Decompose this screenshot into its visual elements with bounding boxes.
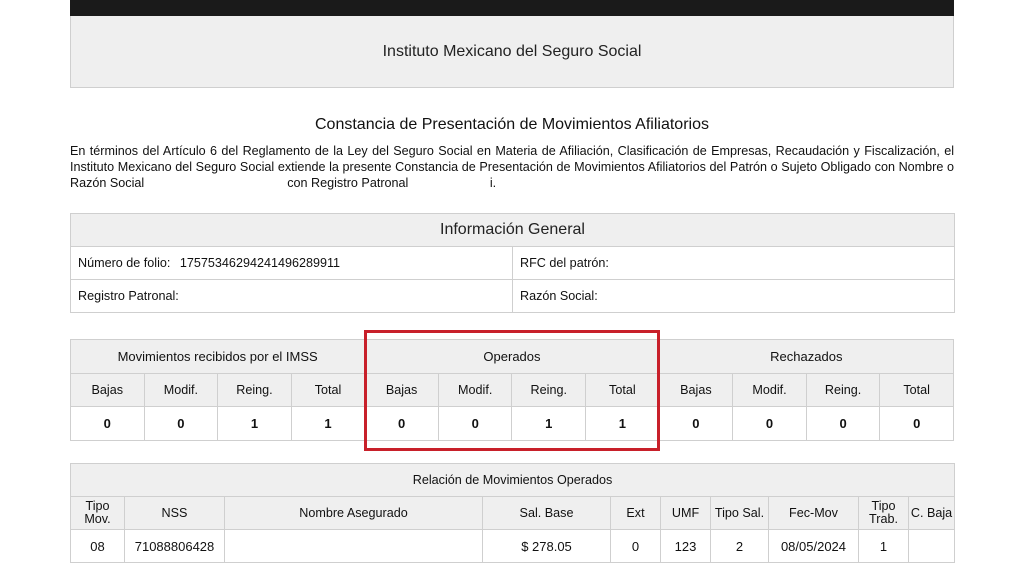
info-general-title: Información General bbox=[70, 213, 955, 247]
rfc-cell: RFC del patrón: bbox=[512, 246, 955, 280]
intro-text-2: con Registro Patronal bbox=[287, 176, 409, 190]
cell-tipo-sal: 2 bbox=[710, 529, 769, 563]
movimientos-table: Movimientos recibidos por el IMSS Operad… bbox=[69, 339, 955, 441]
cell-fec-mov: 08/05/2024 bbox=[768, 529, 859, 563]
relacion-title: Relación de Movimientos Operados bbox=[69, 463, 956, 497]
operados-reing: 1 bbox=[511, 406, 587, 441]
cell-nombre bbox=[224, 529, 483, 563]
rechazados-reing: 0 bbox=[805, 406, 881, 441]
folio-label: Número de folio: bbox=[78, 256, 171, 270]
intro-text-3: i. bbox=[489, 176, 497, 190]
institution-header: Instituto Mexicano del Seguro Social bbox=[70, 16, 954, 88]
col-header: Sal. Base bbox=[482, 496, 611, 530]
sub-header: Total bbox=[290, 373, 366, 407]
folio-cell: Número de folio: 1757534629424149628991‌… bbox=[70, 246, 513, 280]
intro-paragraph: En términos del Artículo 6 del Reglament… bbox=[70, 143, 954, 191]
razon-label: Razón Social: bbox=[520, 289, 598, 303]
cell-tipo-mov: 08 bbox=[70, 529, 125, 563]
sub-header: Reing. bbox=[217, 373, 292, 407]
cell-ext: 0 bbox=[610, 529, 661, 563]
col-header: Tipo Trab. bbox=[858, 496, 909, 530]
recibidos-modif: 0 bbox=[143, 406, 219, 441]
rfc-label: RFC del patrón: bbox=[520, 256, 609, 270]
col-header: Tipo Mov. bbox=[70, 496, 125, 530]
recibidos-bajas: 0 bbox=[70, 406, 145, 441]
operados-modif: 0 bbox=[437, 406, 513, 441]
cell-nss: 71088806428 bbox=[124, 529, 225, 563]
sub-header: Bajas bbox=[70, 373, 145, 407]
cell-c-baja bbox=[907, 529, 956, 563]
operados-bajas: 0 bbox=[364, 406, 439, 441]
col-header: Ext bbox=[610, 496, 661, 530]
col-header: UMF bbox=[660, 496, 711, 530]
sub-header: Bajas bbox=[658, 373, 734, 407]
rechazados-bajas: 0 bbox=[658, 406, 734, 441]
col-header: Nombre Asegurado bbox=[224, 496, 483, 530]
rechazados-modif: 0 bbox=[732, 406, 807, 441]
col-header: C. Baja bbox=[907, 496, 956, 530]
registro-label: Registro Patronal: bbox=[78, 289, 179, 303]
sub-header: Modif. bbox=[143, 373, 219, 407]
group-rechazados: Rechazados bbox=[658, 339, 955, 374]
cell-umf: 123 bbox=[660, 529, 711, 563]
intro-text-1: En términos del Artículo 6 del Reglament… bbox=[70, 144, 954, 190]
institution-name: Instituto Mexicano del Seguro Social bbox=[382, 42, 642, 60]
sub-header: Reing. bbox=[805, 373, 881, 407]
group-operados: Operados bbox=[364, 339, 660, 374]
registro-cell: Registro Patronal: bbox=[70, 279, 513, 313]
sub-header: Total bbox=[879, 373, 954, 407]
sub-header: Reing. bbox=[511, 373, 587, 407]
folio-value: 1757534629424149628991‌1 bbox=[179, 256, 341, 270]
cell-sal-base: $ 278.05 bbox=[482, 529, 611, 563]
sub-header: Modif. bbox=[437, 373, 513, 407]
group-recibidos: Movimientos recibidos por el IMSS bbox=[69, 339, 366, 374]
document-title: Constancia de Presentación de Movimiento… bbox=[315, 116, 709, 133]
cell-tipo-trab: 1 bbox=[858, 529, 909, 563]
col-header: NSS bbox=[124, 496, 225, 530]
sub-header: Bajas bbox=[364, 373, 439, 407]
top-bar bbox=[70, 0, 954, 16]
razon-cell: Razón Social: bbox=[512, 279, 955, 313]
recibidos-reing: 1 bbox=[217, 406, 292, 441]
info-general-table: Información General Número de folio: 175… bbox=[70, 213, 955, 313]
col-header: Tipo Sal. bbox=[710, 496, 769, 530]
col-header: Fec-Mov bbox=[768, 496, 859, 530]
rechazados-total: 0 bbox=[879, 406, 954, 441]
sub-header: Modif. bbox=[732, 373, 807, 407]
relacion-table: Relación de Movimientos Operados Tipo Mo… bbox=[69, 463, 956, 563]
recibidos-total: 1 bbox=[290, 406, 366, 441]
sub-header: Total bbox=[585, 373, 660, 407]
operados-total: 1 bbox=[585, 406, 660, 441]
